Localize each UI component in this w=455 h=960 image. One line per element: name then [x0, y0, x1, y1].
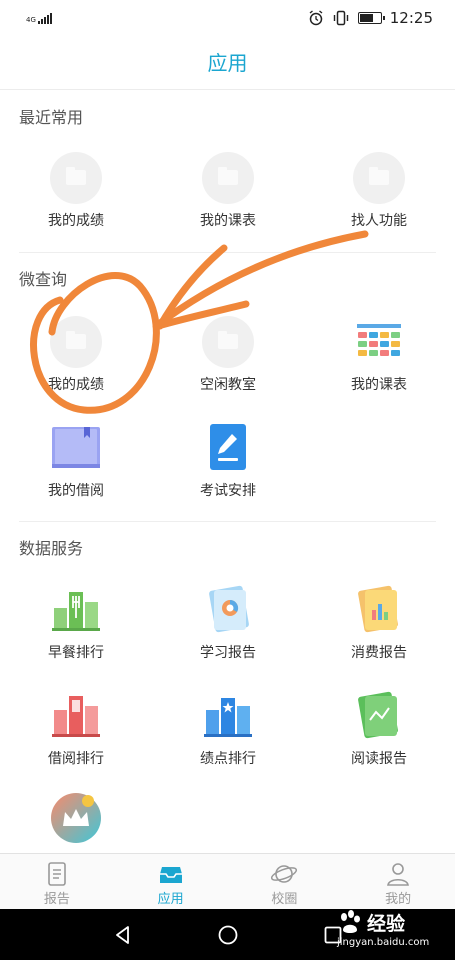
- consumption-report-icon: [358, 585, 398, 633]
- folder-icon: [50, 152, 102, 204]
- user-icon: [387, 863, 410, 886]
- status-bar: 4G 12:25: [0, 0, 455, 36]
- app-free-classroom[interactable]: 空闲教室: [152, 316, 304, 408]
- app-my-grades[interactable]: 我的成绩: [0, 316, 152, 408]
- watermark-url: jingyan.baidu.com: [337, 937, 430, 948]
- app-my-grades-recent[interactable]: 我的成绩: [0, 152, 152, 244]
- app-study-report[interactable]: 学习报告: [152, 584, 304, 676]
- tab-label: 应用: [157, 892, 184, 907]
- app-my-timetable-recent[interactable]: 我的课表: [152, 152, 304, 244]
- network-type: 4G: [26, 15, 36, 24]
- app-label: 阅读报告: [351, 751, 407, 767]
- divider: [19, 521, 436, 522]
- folder-icon: [202, 316, 254, 368]
- app-label: 空闲教室: [200, 377, 256, 393]
- folder-icon: [202, 152, 254, 204]
- app-label: 学习报告: [200, 645, 256, 661]
- app-label: 我的成绩: [48, 377, 104, 393]
- app-borrow-ranking[interactable]: 借阅排行: [0, 690, 152, 782]
- breakfast-ranking-icon: [52, 592, 100, 631]
- app-label: 我的课表: [200, 213, 256, 229]
- tab-mine[interactable]: 我的: [341, 854, 455, 909]
- app-label: 借阅排行: [48, 751, 104, 767]
- folder-icon: [50, 316, 102, 368]
- app-label: 考试安排: [200, 483, 256, 499]
- watermark: 经验 jingyan.baidu.com: [337, 905, 433, 951]
- app-label: 消费报告: [351, 645, 407, 661]
- app-find-people[interactable]: 找人功能: [303, 152, 455, 244]
- app-my-borrowing[interactable]: 我的借阅: [0, 422, 152, 514]
- folder-icon: [353, 152, 405, 204]
- app-consumption-report[interactable]: 消费报告: [303, 584, 455, 676]
- timetable-icon: [357, 324, 401, 356]
- app-gpa-ranking[interactable]: 绩点排行: [152, 690, 304, 782]
- app-my-timetable[interactable]: 我的课表: [303, 316, 455, 408]
- tab-label: 校圈: [271, 892, 298, 907]
- app-label: 绩点排行: [200, 751, 256, 767]
- tab-apps[interactable]: 应用: [114, 854, 228, 909]
- alarm-icon: [309, 10, 323, 26]
- app-tray-icon: [159, 867, 182, 883]
- gpa-ranking-icon: [204, 698, 252, 737]
- app-label: 我的课表: [351, 377, 407, 393]
- app-reading-report[interactable]: 阅读报告: [303, 690, 455, 782]
- report-icon: [48, 862, 66, 886]
- tab-campus[interactable]: 校圈: [228, 854, 342, 909]
- reading-report-icon: [358, 691, 398, 739]
- app-exam-schedule[interactable]: 考试安排: [152, 422, 304, 514]
- baidu-paw-icon: [341, 910, 360, 933]
- page-title: 应用: [0, 36, 455, 90]
- app-label: 我的成绩: [48, 213, 104, 229]
- app-breakfast-ranking[interactable]: 早餐排行: [0, 584, 152, 676]
- divider: [19, 252, 436, 253]
- borrow-ranking-icon: [52, 696, 100, 737]
- planet-icon: [271, 865, 298, 883]
- section-title-recent: 最近常用: [19, 108, 84, 127]
- bottom-tab-bar: 报告 应用 校圈 我的: [0, 853, 455, 909]
- tab-report[interactable]: 报告: [0, 854, 114, 909]
- tab-label: 报告: [43, 892, 70, 907]
- app-label: 我的借阅: [48, 483, 104, 499]
- vibrate-icon: [333, 10, 348, 26]
- book-icon: [52, 427, 100, 468]
- app-label: 找人功能: [351, 213, 407, 229]
- exam-edit-icon: [210, 424, 246, 470]
- section-title-data: 数据服务: [19, 539, 84, 558]
- back-triangle-icon: [115, 925, 129, 944]
- study-report-icon: [209, 585, 249, 633]
- app-label: 早餐排行: [48, 645, 104, 661]
- section-title-query: 微查询: [19, 270, 68, 289]
- crown-icon: [51, 793, 101, 843]
- battery-icon: [357, 12, 385, 24]
- back-button[interactable]: [109, 921, 137, 949]
- status-time: 12:25: [389, 9, 433, 27]
- home-button[interactable]: [214, 921, 242, 949]
- home-circle-icon: [218, 925, 237, 944]
- signal-indicator: 4G: [26, 12, 52, 24]
- watermark-brand: 经验: [367, 913, 406, 935]
- signal-icon: [37, 12, 52, 24]
